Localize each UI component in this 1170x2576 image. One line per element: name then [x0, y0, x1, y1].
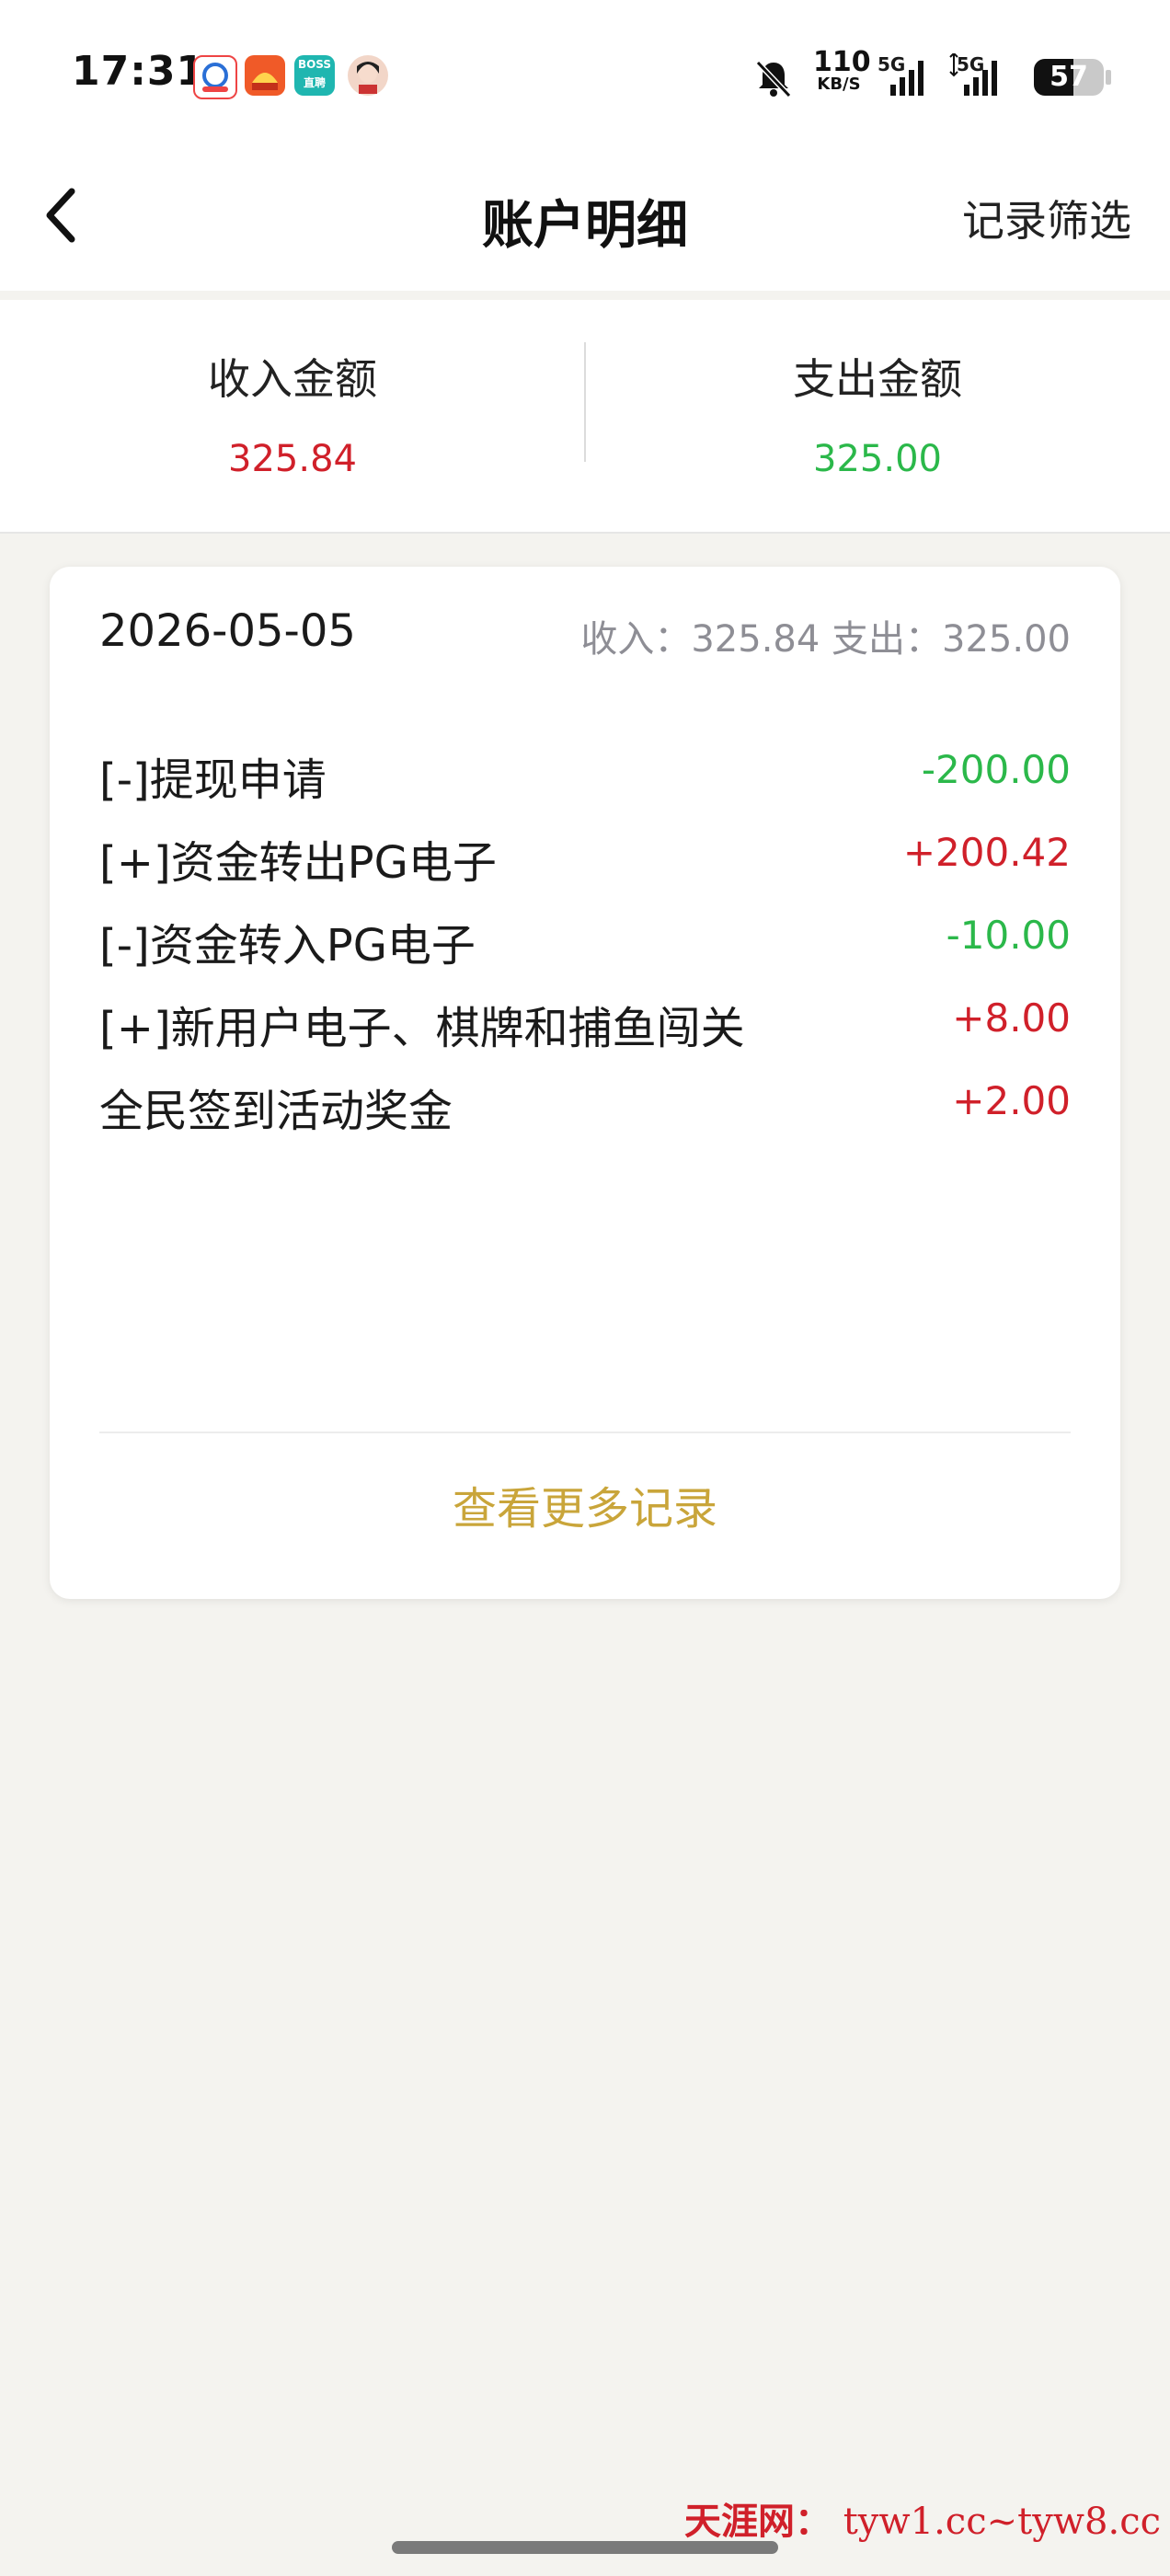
- record-name: [-]提现申请: [99, 754, 327, 806]
- net-speed-value: 110: [813, 46, 871, 78]
- record-amount: +200.42: [902, 830, 1071, 875]
- boss-zhipin-icon: BOSS 直聘: [294, 55, 335, 96]
- app-icon-2: [245, 55, 285, 96]
- watermark: 天涯网： tyw1.cc~tyw8.cc: [684, 2491, 1161, 2545]
- expense-label: 支出金额: [793, 354, 962, 404]
- battery-level: 57: [1050, 61, 1088, 93]
- record-amount: -200.00: [921, 747, 1071, 792]
- status-bar: 17:31 BOSS 直聘 110 KB/S 5G 5G 57: [0, 0, 1170, 147]
- record-card: 2026-05-05 收入：325.84 支出：325.00 [-]提现申请 -…: [50, 567, 1120, 1599]
- record-filter-button[interactable]: 记录筛选: [962, 188, 1131, 248]
- record-amount: -10.00: [946, 913, 1071, 958]
- battery-icon: 57: [1034, 59, 1104, 96]
- home-indicator[interactable]: [392, 2541, 778, 2554]
- record-date: 2026-05-05: [99, 605, 356, 657]
- list-item[interactable]: [-]资金转入PG电子 -10.00: [99, 891, 1071, 983]
- list-item[interactable]: [-]提现申请 -200.00: [99, 725, 1071, 817]
- record-name: [-]资金转入PG电子: [99, 920, 476, 972]
- net-speed-unit: KB/S: [817, 75, 861, 94]
- income-summary: 收入金额 325.84: [0, 300, 585, 532]
- record-name: 全民签到活动奖金: [99, 1086, 453, 1137]
- summary-panel: 收入金额 325.84 支出金额 325.00: [0, 300, 1170, 534]
- record-name: [+]新用户电子、棋牌和捕鱼闯关: [99, 1003, 745, 1054]
- avatar-icon: [348, 55, 388, 96]
- record-name: [+]资金转出PG电子: [99, 837, 497, 889]
- record-amount: +2.00: [952, 1078, 1071, 1123]
- income-value: 325.84: [228, 438, 357, 480]
- list-item[interactable]: [+]新用户电子、棋牌和捕鱼闯关 +8.00: [99, 973, 1071, 1065]
- record-day-totals: 收入：325.84 支出：325.00: [580, 618, 1071, 661]
- bell-muted-icon: [752, 57, 795, 99]
- list-item[interactable]: 全民签到活动奖金 +2.00: [99, 1056, 1071, 1148]
- boss-icon-text: BOSS 直聘: [297, 58, 332, 89]
- watermark-site-name: 天涯网：: [684, 2500, 832, 2543]
- list-item[interactable]: [+]资金转出PG电子 +200.42: [99, 808, 1071, 900]
- record-amount: +8.00: [952, 995, 1071, 1041]
- status-time: 17:31: [72, 48, 206, 95]
- view-more-records-button[interactable]: 查看更多记录: [50, 1472, 1120, 1536]
- watermark-urls: tyw1.cc~tyw8.cc: [843, 2501, 1161, 2543]
- expense-summary: 支出金额 325.00: [585, 300, 1170, 532]
- expense-value: 325.00: [813, 438, 942, 480]
- signal-icon: 5G: [878, 53, 933, 99]
- signal-icon: 5G: [947, 53, 1003, 99]
- nav-bar: 账户明细 记录筛选: [0, 147, 1170, 291]
- app-icon-1: [193, 55, 237, 99]
- card-divider: [99, 1432, 1071, 1433]
- income-label: 收入金额: [208, 354, 377, 404]
- net-speed: 110 KB/S: [813, 49, 871, 94]
- battery-tip: [1106, 70, 1111, 85]
